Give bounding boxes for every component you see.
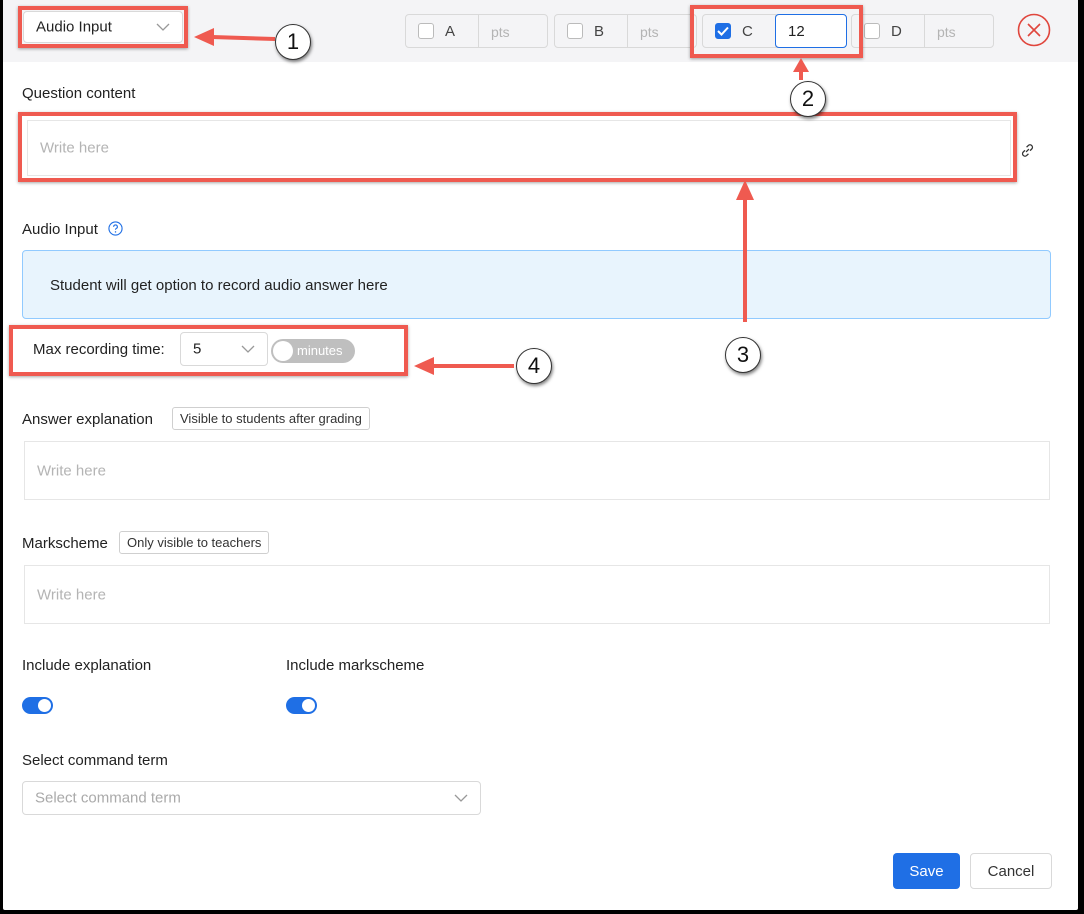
arrow-1-shaft [211, 35, 276, 41]
annotation-number-2: 2 [790, 81, 826, 117]
arrow-2-head [793, 58, 809, 72]
arrow-3-head [736, 180, 754, 200]
arrow-1-head [194, 28, 214, 46]
arrow-4-head [414, 357, 434, 375]
annotation-number-3: 3 [725, 337, 761, 373]
annotation-number-1: 1 [275, 24, 311, 60]
annotation-number-4: 4 [516, 348, 552, 384]
annotation-arrows [194, 28, 809, 375]
